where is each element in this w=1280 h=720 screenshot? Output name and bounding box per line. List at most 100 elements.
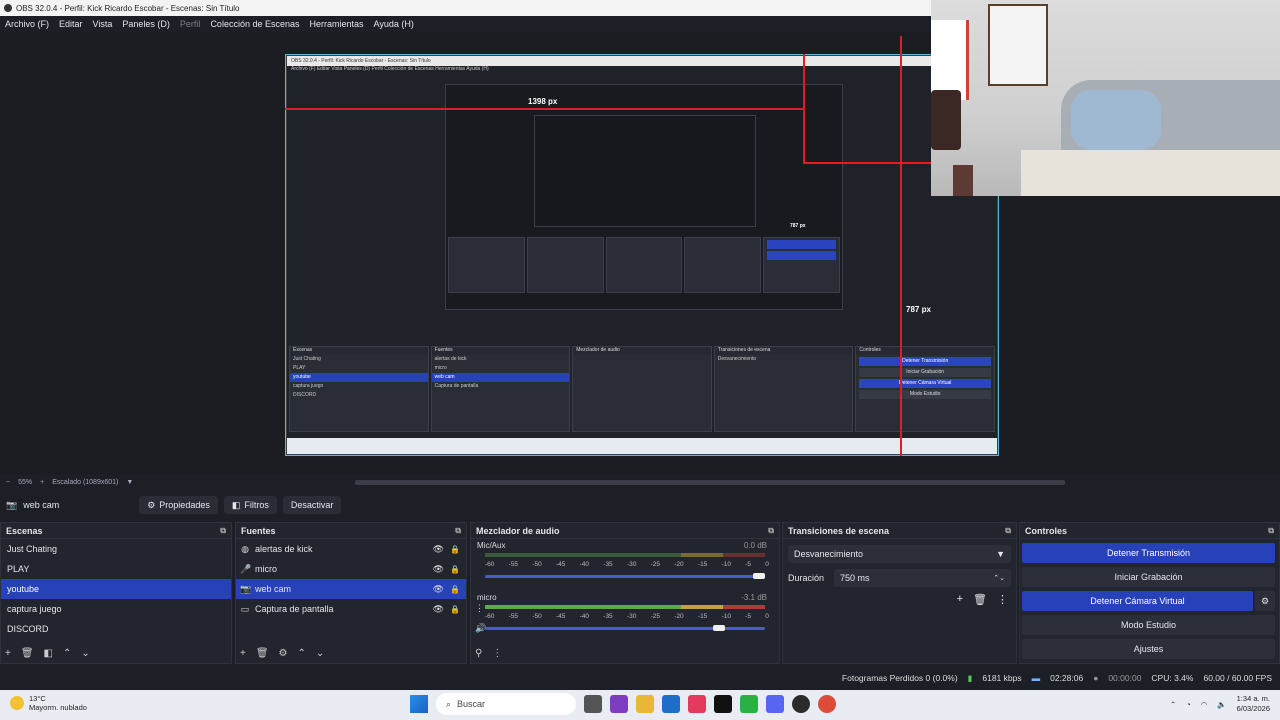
preview-horizontal-scrollbar[interactable]: [355, 480, 1065, 485]
camera-icon: 📷: [6, 499, 18, 510]
menu-coleccion-escenas[interactable]: Colección de Escenas: [210, 19, 299, 29]
source-item[interactable]: ◍ alertas de kick 👁 🔒: [236, 539, 466, 559]
eye-icon[interactable]: 👁: [433, 604, 444, 615]
menu-vista[interactable]: Vista: [93, 19, 113, 29]
volume-slider[interactable]: [485, 573, 765, 579]
taskbar-search[interactable]: ⌕ Buscar: [436, 693, 576, 715]
microphone-icon: 🎤: [240, 563, 252, 574]
kebab-menu-icon[interactable]: ⋮: [492, 648, 502, 659]
menu-herramientas[interactable]: Herramientas: [310, 19, 364, 29]
controls-dock: Controles ⧉ Detener Transmisión Iniciar …: [1019, 522, 1280, 664]
menu-perfil[interactable]: Perfil: [180, 19, 201, 29]
kebab-menu-icon[interactable]: ⋮: [475, 603, 484, 614]
filter-icon[interactable]: ◧: [44, 648, 53, 659]
lock-icon[interactable]: 🔒: [450, 565, 460, 574]
eye-icon[interactable]: 👁: [433, 584, 444, 595]
transition-select[interactable]: Desvanecimiento ▼: [788, 545, 1011, 563]
weather-widget[interactable]: 13°C Mayorm. nublado: [10, 694, 87, 712]
task-view-icon[interactable]: [584, 695, 602, 713]
whatsapp-icon[interactable]: [740, 695, 758, 713]
scene-item[interactable]: DISCORD: [1, 619, 231, 639]
duration-input[interactable]: 750 ms ⌃⌄: [834, 569, 1011, 587]
camera-icon: 📷: [240, 583, 252, 594]
properties-button[interactable]: ⚙ Propiedades: [139, 496, 218, 514]
discord-icon[interactable]: [766, 695, 784, 713]
windows-start-icon[interactable]: [410, 695, 428, 713]
volume-slider[interactable]: [485, 625, 765, 631]
chrome-icon[interactable]: [818, 695, 836, 713]
scene-item[interactable]: captura juego: [1, 599, 231, 619]
filters-button[interactable]: ◧ Filtros: [223, 496, 277, 514]
scene-item-selected[interactable]: youtube: [1, 579, 231, 599]
obs-icon[interactable]: [792, 695, 810, 713]
dock-undock-icon[interactable]: ⧉: [455, 526, 461, 536]
add-icon[interactable]: +: [240, 648, 246, 659]
source-item-selected[interactable]: 📷 web cam 👁 🔒: [236, 579, 466, 599]
chevron-up-icon[interactable]: ⌃: [298, 648, 306, 659]
scene-item[interactable]: Just Chating: [1, 539, 231, 559]
stop-stream-button[interactable]: Detener Transmisión: [1022, 543, 1275, 563]
chevron-down-icon[interactable]: ⌄: [81, 648, 89, 659]
start-record-button[interactable]: Iniciar Grabación: [1022, 567, 1275, 587]
source-item[interactable]: ▭ Captura de pantalla 👁 🔒: [236, 599, 466, 619]
guide-line-vertical: [900, 36, 902, 456]
file-explorer-icon[interactable]: [636, 695, 654, 713]
link-icon[interactable]: ⚲: [475, 648, 482, 659]
menu-ayuda[interactable]: Ayuda (H): [374, 19, 414, 29]
spinner-icon[interactable]: ⌃⌄: [993, 574, 1005, 582]
trash-icon[interactable]: 🗑: [256, 648, 269, 659]
dock-undock-icon[interactable]: ⧉: [768, 526, 774, 536]
source-item[interactable]: 🎤 micro 👁 🔒: [236, 559, 466, 579]
lock-icon[interactable]: 🔒: [450, 545, 460, 554]
volume-slider-knob[interactable]: [713, 625, 725, 631]
menu-archivo[interactable]: Archivo (F): [5, 19, 49, 29]
settings-button[interactable]: Ajustes: [1022, 639, 1275, 659]
source-toolbar: 📷 web cam ⚙ Propiedades ◧ Filtros Desact…: [0, 494, 1280, 516]
trash-icon[interactable]: 🗑: [973, 593, 987, 606]
clock[interactable]: 1:34 a. m. 6/03/2026: [1237, 694, 1270, 714]
add-icon[interactable]: +: [5, 648, 11, 659]
app-icon[interactable]: [610, 695, 628, 713]
kebab-menu-icon[interactable]: ⋮: [997, 593, 1008, 606]
dock-undock-icon[interactable]: ⧉: [220, 526, 226, 536]
volume-icon[interactable]: 🔈: [1217, 700, 1226, 709]
webcam-source-preview[interactable]: [931, 0, 1280, 196]
dock-undock-icon[interactable]: ⧉: [1005, 526, 1011, 536]
dock-undock-icon[interactable]: ⧉: [1268, 526, 1274, 536]
volume-slider-knob[interactable]: [753, 573, 765, 579]
add-icon[interactable]: +: [957, 593, 963, 606]
menu-paneles[interactable]: Paneles (D): [122, 19, 170, 29]
eye-icon[interactable]: 👁: [433, 564, 444, 575]
guide-line-horizontal: [285, 108, 803, 110]
lock-icon[interactable]: 🔒: [450, 585, 460, 594]
stop-virtual-camera-button[interactable]: Detener Cámara Virtual: [1022, 591, 1253, 611]
scene-item[interactable]: PLAY: [1, 559, 231, 579]
menu-editar[interactable]: Editar: [59, 19, 83, 29]
scaling-label: Escalado (1089x601): [52, 478, 119, 486]
chevron-down-icon[interactable]: ⌄: [316, 648, 324, 659]
chevron-up-icon[interactable]: ⌃: [63, 648, 71, 659]
eye-icon[interactable]: 👁: [433, 544, 444, 555]
app-icon[interactable]: [688, 695, 706, 713]
deactivate-button[interactable]: Desactivar: [282, 496, 342, 514]
virtual-camera-settings-button[interactable]: ⚙: [1255, 591, 1275, 611]
preview-canvas[interactable]: OBS 32.0.4 - Perfil: Kick Ricardo Escoba…: [285, 54, 999, 456]
channel-db: -3.1 dB: [741, 593, 767, 602]
gear-icon[interactable]: ⚙: [279, 648, 288, 659]
wifi-icon[interactable]: ◠: [1201, 700, 1208, 709]
lock-icon[interactable]: 🔒: [450, 605, 460, 614]
guide-line-horizontal-2: [803, 162, 931, 164]
store-icon[interactable]: [662, 695, 680, 713]
chevron-up-icon[interactable]: ⌃: [1170, 700, 1176, 709]
record-icon: ●: [1093, 673, 1099, 683]
nested-docks: Escenas Just Chating PLAY youtube captur…: [287, 344, 997, 434]
trash-icon[interactable]: 🗑: [21, 648, 34, 659]
zoom-in-button[interactable]: +: [40, 479, 44, 486]
scaling-dropdown-icon[interactable]: ▼: [126, 479, 133, 486]
sources-title: Fuentes: [241, 525, 276, 536]
studio-mode-button[interactable]: Modo Estudio: [1022, 615, 1275, 635]
network-icon[interactable]: ◔: [1186, 700, 1191, 709]
mixer-channel-micro: micro -3.1 dB ⋮ -60 -55 -50 -45 -40 -35 -30 -25…: [471, 591, 779, 643]
tiktok-icon[interactable]: [714, 695, 732, 713]
zoom-out-button[interactable]: −: [6, 479, 10, 486]
